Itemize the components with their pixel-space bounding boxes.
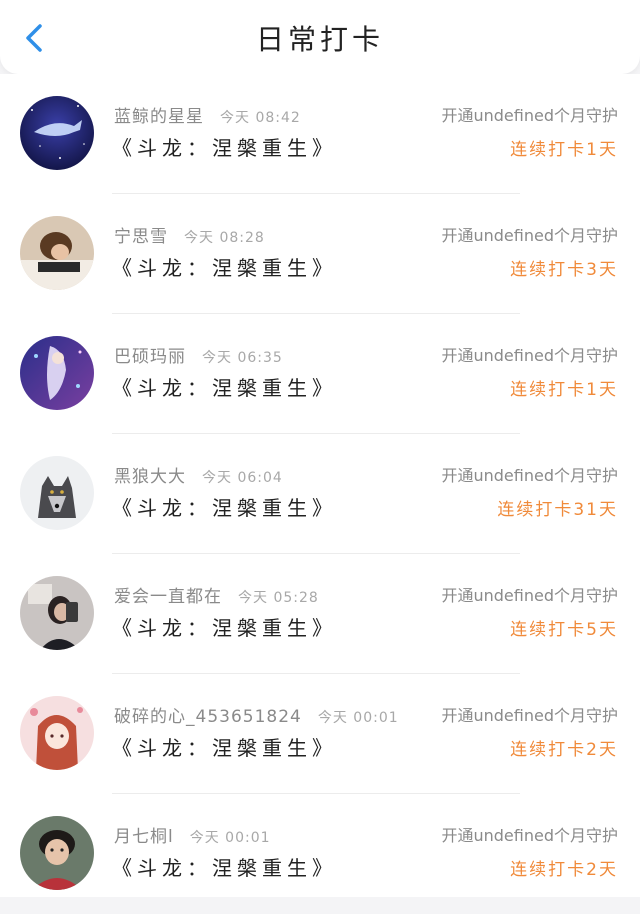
boy-portrait-avatar-icon xyxy=(20,816,94,890)
guard-info: 开通undefined个月守护 xyxy=(441,586,618,605)
streak-label: 连续打卡2天 xyxy=(510,860,618,880)
list-item[interactable]: 黑狼大大 今天 06:04 《斗龙：涅槃重生》 开通undefined个月守护 连… xyxy=(0,434,640,554)
checkin-time: 今天 08:28 xyxy=(184,230,265,246)
guard-info: 开通undefined个月守护 xyxy=(441,826,618,845)
guard-info: 开通undefined个月守护 xyxy=(441,466,618,485)
page-title: 日常打卡 xyxy=(255,23,384,56)
username[interactable]: 宁思雪 今天 08:28 xyxy=(114,222,265,247)
user-avatar[interactable] xyxy=(20,816,94,890)
checkin-time: 今天 06:35 xyxy=(202,350,283,366)
username[interactable]: 破碎的心_453651824 今天 00:01 xyxy=(114,702,399,727)
guard-info: 开通undefined个月守护 xyxy=(441,346,618,365)
whale-night-avatar-icon xyxy=(20,96,94,170)
book-title[interactable]: 《斗龙：涅槃重生》 xyxy=(112,852,337,881)
list-item[interactable]: 蓝鲸的星星 今天 08:42 《斗龙：涅槃重生》 开通undefined个月守护 … xyxy=(0,74,640,194)
guard-info: 开通undefined个月守护 xyxy=(441,226,618,245)
streak-label: 连续打卡2天 xyxy=(510,740,618,760)
anime-fantasy-avatar-icon xyxy=(20,336,94,410)
streak-label: 连续打卡5天 xyxy=(510,620,618,640)
streak-label: 连续打卡3天 xyxy=(510,260,618,280)
guard-info: 开通undefined个月守护 xyxy=(441,106,618,125)
checkin-time: 今天 08:42 xyxy=(220,110,301,126)
mirror-selfie-avatar-icon xyxy=(20,576,94,650)
user-avatar[interactable] xyxy=(20,336,94,410)
book-title[interactable]: 《斗龙：涅槃重生》 xyxy=(112,132,337,161)
top-bar: 日常打卡 xyxy=(0,0,640,74)
list-item[interactable]: 巴硕玛丽 今天 06:35 《斗龙：涅槃重生》 开通undefined个月守护 连… xyxy=(0,314,640,434)
user-avatar[interactable] xyxy=(20,216,94,290)
username[interactable]: 巴硕玛丽 今天 06:35 xyxy=(114,342,283,367)
streak-label: 连续打卡31天 xyxy=(497,500,618,520)
checkin-time: 今天 05:28 xyxy=(238,590,319,606)
book-title[interactable]: 《斗龙：涅槃重生》 xyxy=(112,372,337,401)
list-item[interactable]: 破碎的心_453651824 今天 00:01 《斗龙：涅槃重生》 开通undef… xyxy=(0,674,640,794)
list-item[interactable]: 月七桐l 今天 00:01 《斗龙：涅槃重生》 开通undefined个月守护 连… xyxy=(0,794,640,914)
username[interactable]: 蓝鲸的星星 今天 08:42 xyxy=(114,102,301,127)
username[interactable]: 黑狼大大 今天 06:04 xyxy=(114,462,283,487)
list-item[interactable]: 宁思雪 今天 08:28 《斗龙：涅槃重生》 开通undefined个月守护 连续… xyxy=(0,194,640,314)
checkin-time: 今天 00:01 xyxy=(189,830,271,846)
list-item[interactable]: 爱会一直都在 今天 05:28 《斗龙：涅槃重生》 开通undefined个月守护… xyxy=(0,554,640,674)
wolf-snow-avatar-icon xyxy=(20,456,94,530)
book-title[interactable]: 《斗龙：涅槃重生》 xyxy=(112,612,337,641)
book-title[interactable]: 《斗龙：涅槃重生》 xyxy=(112,492,337,521)
username[interactable]: 爱会一直都在 今天 05:28 xyxy=(114,582,319,607)
checkin-list: 蓝鲸的星星 今天 08:42 《斗龙：涅槃重生》 开通undefined个月守护 … xyxy=(0,74,640,897)
streak-label: 连续打卡1天 xyxy=(510,140,618,160)
book-title[interactable]: 《斗龙：涅槃重生》 xyxy=(112,252,337,281)
guard-info: 开通undefined个月守护 xyxy=(441,706,618,725)
girl-studying-avatar-icon xyxy=(20,216,94,290)
checkin-time: 今天 00:01 xyxy=(317,710,399,726)
user-avatar[interactable] xyxy=(20,696,94,770)
book-title[interactable]: 《斗龙：涅槃重生》 xyxy=(112,732,337,761)
username[interactable]: 月七桐l 今天 00:01 xyxy=(114,822,271,847)
user-avatar[interactable] xyxy=(20,456,94,530)
user-avatar[interactable] xyxy=(20,576,94,650)
checkin-time: 今天 06:04 xyxy=(202,470,283,486)
user-avatar[interactable] xyxy=(20,96,94,170)
streak-label: 连续打卡1天 xyxy=(510,380,618,400)
anime-girl-avatar-icon xyxy=(20,696,94,770)
